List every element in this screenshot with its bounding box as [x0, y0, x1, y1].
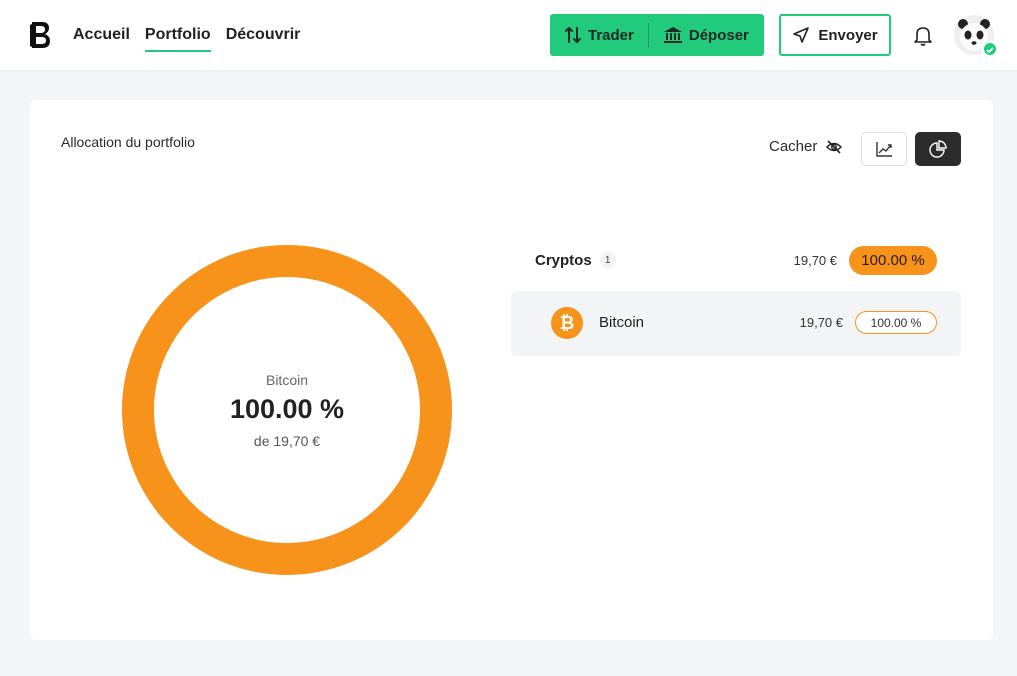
pie-chart-icon — [929, 140, 947, 158]
category-row-cryptos[interactable]: Cryptos 1 19,70 € 100.00 % — [535, 240, 961, 280]
swap-arrows-icon — [565, 27, 581, 43]
category-name: Cryptos — [535, 251, 592, 269]
trade-button[interactable]: Trader — [550, 14, 648, 56]
send-button[interactable]: Envoyer — [779, 14, 891, 56]
category-value: 19,70 € — [793, 252, 837, 268]
nav-accueil[interactable]: Accueil — [73, 0, 130, 70]
main-nav: Accueil Portfolio Découvrir — [73, 0, 300, 70]
send-label: Envoyer — [818, 26, 878, 44]
allocation-donut-chart — [122, 245, 452, 575]
bitcoin-icon: ₿ — [551, 307, 583, 339]
verified-badge-icon — [982, 41, 998, 57]
asset-name: Bitcoin — [599, 314, 645, 331]
card-title: Allocation du portfolio — [61, 134, 195, 150]
hide-label: Cacher — [769, 138, 818, 155]
line-chart-view-button[interactable] — [861, 132, 907, 166]
trade-label: Trader — [588, 26, 634, 44]
top-bar: Accueil Portfolio Découvrir Trader Dépos… — [0, 0, 1017, 70]
line-chart-icon — [876, 142, 892, 157]
bank-icon — [663, 27, 682, 43]
pie-chart-view-button[interactable] — [915, 132, 961, 166]
hide-balance-toggle[interactable]: Cacher — [769, 138, 843, 155]
deposit-label: Déposer — [688, 26, 749, 44]
donut-segment-bitcoin[interactable] — [122, 245, 452, 575]
asset-percent-badge: 100.00 % — [855, 311, 937, 334]
nav-decouvrir[interactable]: Découvrir — [226, 0, 301, 70]
deposit-button[interactable]: Déposer — [649, 14, 763, 56]
category-percent-badge[interactable]: 100.00 % — [849, 245, 937, 275]
asset-row-bitcoin[interactable]: ₿ Bitcoin 19,70 € 100.00 % — [511, 291, 961, 356]
eye-slash-icon — [826, 139, 843, 154]
bell-icon[interactable] — [911, 23, 935, 47]
nav-portfolio[interactable]: Portfolio — [144, 0, 211, 70]
bitstack-logo-icon[interactable] — [28, 20, 52, 50]
asset-value: 19,70 € — [799, 315, 843, 330]
portfolio-allocation-card: Allocation du portfolio Cacher Bitcoin 1… — [30, 100, 993, 640]
send-icon — [793, 27, 810, 43]
trade-deposit-group: Trader Déposer — [550, 14, 764, 56]
category-count-badge: 1 — [599, 252, 616, 268]
